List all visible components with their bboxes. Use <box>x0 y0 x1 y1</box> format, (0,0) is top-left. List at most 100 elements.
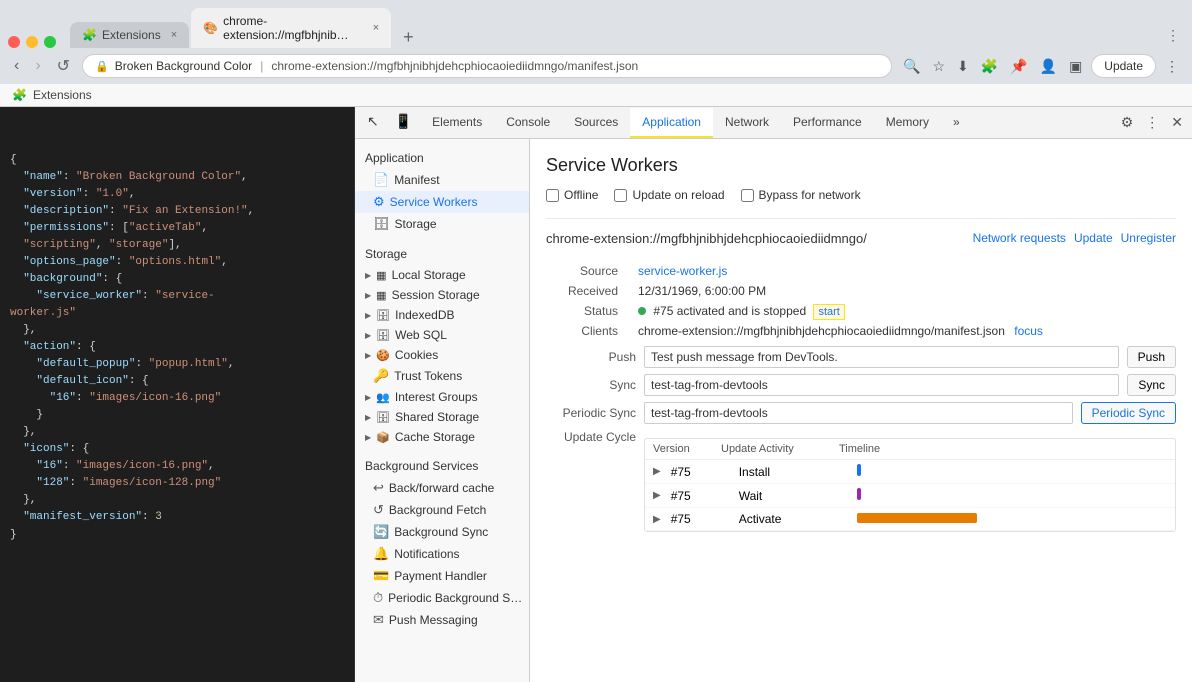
source-value: service-worker.js <box>638 264 1176 278</box>
update-on-reload-checkbox[interactable] <box>614 189 627 202</box>
window-icon[interactable]: ▣ <box>1066 55 1085 78</box>
expand-icon-0[interactable]: ▶ <box>653 466 661 477</box>
save-button[interactable]: ⬇ <box>954 55 972 78</box>
bg-sync-label: Background Sync <box>394 525 488 539</box>
search-button[interactable]: 🔍 <box>900 55 923 78</box>
tab-extensions-close[interactable]: × <box>171 29 177 41</box>
sidebar-item-manifest[interactable]: 📄 Manifest <box>355 169 529 191</box>
extensions-bar-icon: 🧩 <box>12 88 27 102</box>
sidebar-interest-groups[interactable]: ▶ 👥 Interest Groups <box>355 387 529 407</box>
tab-application[interactable]: Application <box>630 108 713 138</box>
group-icon: 👥 <box>376 391 390 404</box>
tab-devtools[interactable]: 🎨 chrome-extension://mgfbhjnib… × <box>191 8 391 48</box>
sync-button[interactable]: Sync <box>1127 374 1176 396</box>
sidebar-item-service-workers[interactable]: ⚙ Service Workers <box>355 191 529 213</box>
chrome-menu-button[interactable]: ⋮ <box>1162 55 1182 78</box>
sidebar-periodic-background[interactable]: ⏱ Periodic Background S… <box>355 587 529 609</box>
offline-checkbox[interactable] <box>546 189 559 202</box>
sidebar-shared-storage[interactable]: ▶ 🗄 Shared Storage <box>355 407 529 427</box>
tab-cursor[interactable]: ↖ <box>359 107 387 138</box>
bypass-for-network-label: Bypass for network <box>759 188 861 202</box>
timeline-col-header: Timeline <box>839 443 1167 455</box>
offline-option[interactable]: Offline <box>546 188 598 202</box>
devtools-icons: ⚙ ⋮ ✕ <box>1116 109 1188 136</box>
sidebar-cache-storage[interactable]: ▶ 📦 Cache Storage <box>355 427 529 447</box>
expand-icon-2[interactable]: ▶ <box>653 514 661 525</box>
puzzle-icon[interactable]: 🧩 <box>978 55 1001 78</box>
activity-1: Wait <box>739 489 849 503</box>
address-bar-actions: 🔍 ☆ ⬇ 🧩 📌 👤 ▣ Update ⋮ <box>900 54 1182 78</box>
sidebar-web-sql[interactable]: ▶ 🗄 Web SQL <box>355 325 529 345</box>
sidebar-push-messaging[interactable]: ✉ Push Messaging <box>355 609 529 631</box>
storage-icon: 🗄 <box>373 216 390 232</box>
sidebar-indexeddb[interactable]: ▶ 🗄 IndexedDB <box>355 305 529 325</box>
update-link[interactable]: Update <box>1074 231 1113 245</box>
tab-extensions[interactable]: 🧩 Extensions × <box>70 22 189 48</box>
devtools-close-icon[interactable]: ✕ <box>1166 109 1188 136</box>
tab-performance[interactable]: Performance <box>781 108 874 138</box>
unregister-link[interactable]: Unregister <box>1121 231 1176 245</box>
sidebar-trust-tokens[interactable]: 🔑 Trust Tokens <box>355 365 529 387</box>
refresh-button[interactable]: ↺ <box>53 54 74 78</box>
activity-col-header: Update Activity <box>721 443 831 455</box>
sidebar-local-storage[interactable]: ▶ ▦ Local Storage <box>355 265 529 285</box>
forward-button[interactable]: › <box>31 55 44 77</box>
cookies-label: Cookies <box>395 348 438 362</box>
sidebar-session-storage[interactable]: ▶ ▦ Session Storage <box>355 285 529 305</box>
sidebar-cookies[interactable]: ▶ 🍪 Cookies <box>355 345 529 365</box>
minimize-window-btn[interactable] <box>26 36 38 48</box>
session-storage-label: Session Storage <box>392 288 480 302</box>
triangle-icon-shared: ▶ <box>365 413 371 422</box>
periodic-bg-label: Periodic Background S… <box>388 591 522 605</box>
push-row: Push Push <box>546 346 1176 368</box>
tab-console[interactable]: Console <box>494 108 562 138</box>
update-button[interactable]: Update <box>1091 54 1156 78</box>
source-file-link[interactable]: service-worker.js <box>638 264 727 278</box>
bg-fetch-label: Background Fetch <box>389 503 486 517</box>
push-input[interactable] <box>644 346 1119 368</box>
sidebar-service-workers-label: Service Workers <box>390 195 478 209</box>
maximize-window-btn[interactable] <box>44 36 56 48</box>
bypass-for-network-option[interactable]: Bypass for network <box>741 188 861 202</box>
sidebar-notifications[interactable]: 🔔 Notifications <box>355 543 529 565</box>
tab-more-button[interactable]: ⋮ <box>1162 23 1184 48</box>
page-title: Service Workers <box>546 155 1176 176</box>
pin-icon[interactable]: 📌 <box>1007 55 1030 78</box>
devtools-more-icon[interactable]: ⋮ <box>1140 109 1164 136</box>
sidebar-back-forward-cache[interactable]: ↩ Back/forward cache <box>355 477 529 499</box>
tab-memory[interactable]: Memory <box>874 108 941 138</box>
periodic-sync-button[interactable]: Periodic Sync <box>1081 402 1176 424</box>
bypass-for-network-checkbox[interactable] <box>741 189 754 202</box>
browser-chrome: 🧩 Extensions × 🎨 chrome-extension://mgfb… <box>0 0 1192 84</box>
push-button[interactable]: Push <box>1127 346 1176 368</box>
focus-link[interactable]: focus <box>1014 324 1043 338</box>
new-tab-button[interactable]: + <box>397 27 420 48</box>
update-on-reload-option[interactable]: Update on reload <box>614 188 724 202</box>
person-icon[interactable]: 👤 <box>1037 55 1060 78</box>
tab-more-devtools[interactable]: » <box>941 108 972 138</box>
sidebar-item-storage[interactable]: 🗄 Storage <box>355 213 529 235</box>
sidebar-background-fetch[interactable]: ↺ Background Fetch <box>355 499 529 521</box>
timeline-1 <box>857 488 1167 503</box>
tab-devtools-favicon: 🎨 <box>203 21 217 35</box>
network-requests-link[interactable]: Network requests <box>973 231 1066 245</box>
bookmark-button[interactable]: ☆ <box>929 55 948 78</box>
start-link[interactable]: start <box>813 304 844 320</box>
tab-elements[interactable]: Elements <box>420 108 494 138</box>
version-0: #75 <box>671 465 731 479</box>
periodic-sync-input[interactable] <box>644 402 1073 424</box>
devtools-settings-icon[interactable]: ⚙ <box>1116 109 1139 136</box>
triangle-icon-interest: ▶ <box>365 393 371 402</box>
sidebar-payment-handler[interactable]: 💳 Payment Handler <box>355 565 529 587</box>
sidebar-background-sync[interactable]: 🔄 Background Sync <box>355 521 529 543</box>
tab-devtools-close[interactable]: × <box>373 22 379 34</box>
tab-sources[interactable]: Sources <box>562 108 630 138</box>
back-button[interactable]: ‹ <box>10 55 23 77</box>
address-bar[interactable]: 🔒 Broken Background Color | chrome-exten… <box>82 54 892 78</box>
payment-handler-label: Payment Handler <box>394 569 487 583</box>
expand-icon-1[interactable]: ▶ <box>653 490 661 501</box>
sync-input[interactable] <box>644 374 1119 396</box>
close-window-btn[interactable] <box>8 36 20 48</box>
tab-network[interactable]: Network <box>713 108 781 138</box>
tab-device[interactable]: 📱 <box>387 107 420 138</box>
